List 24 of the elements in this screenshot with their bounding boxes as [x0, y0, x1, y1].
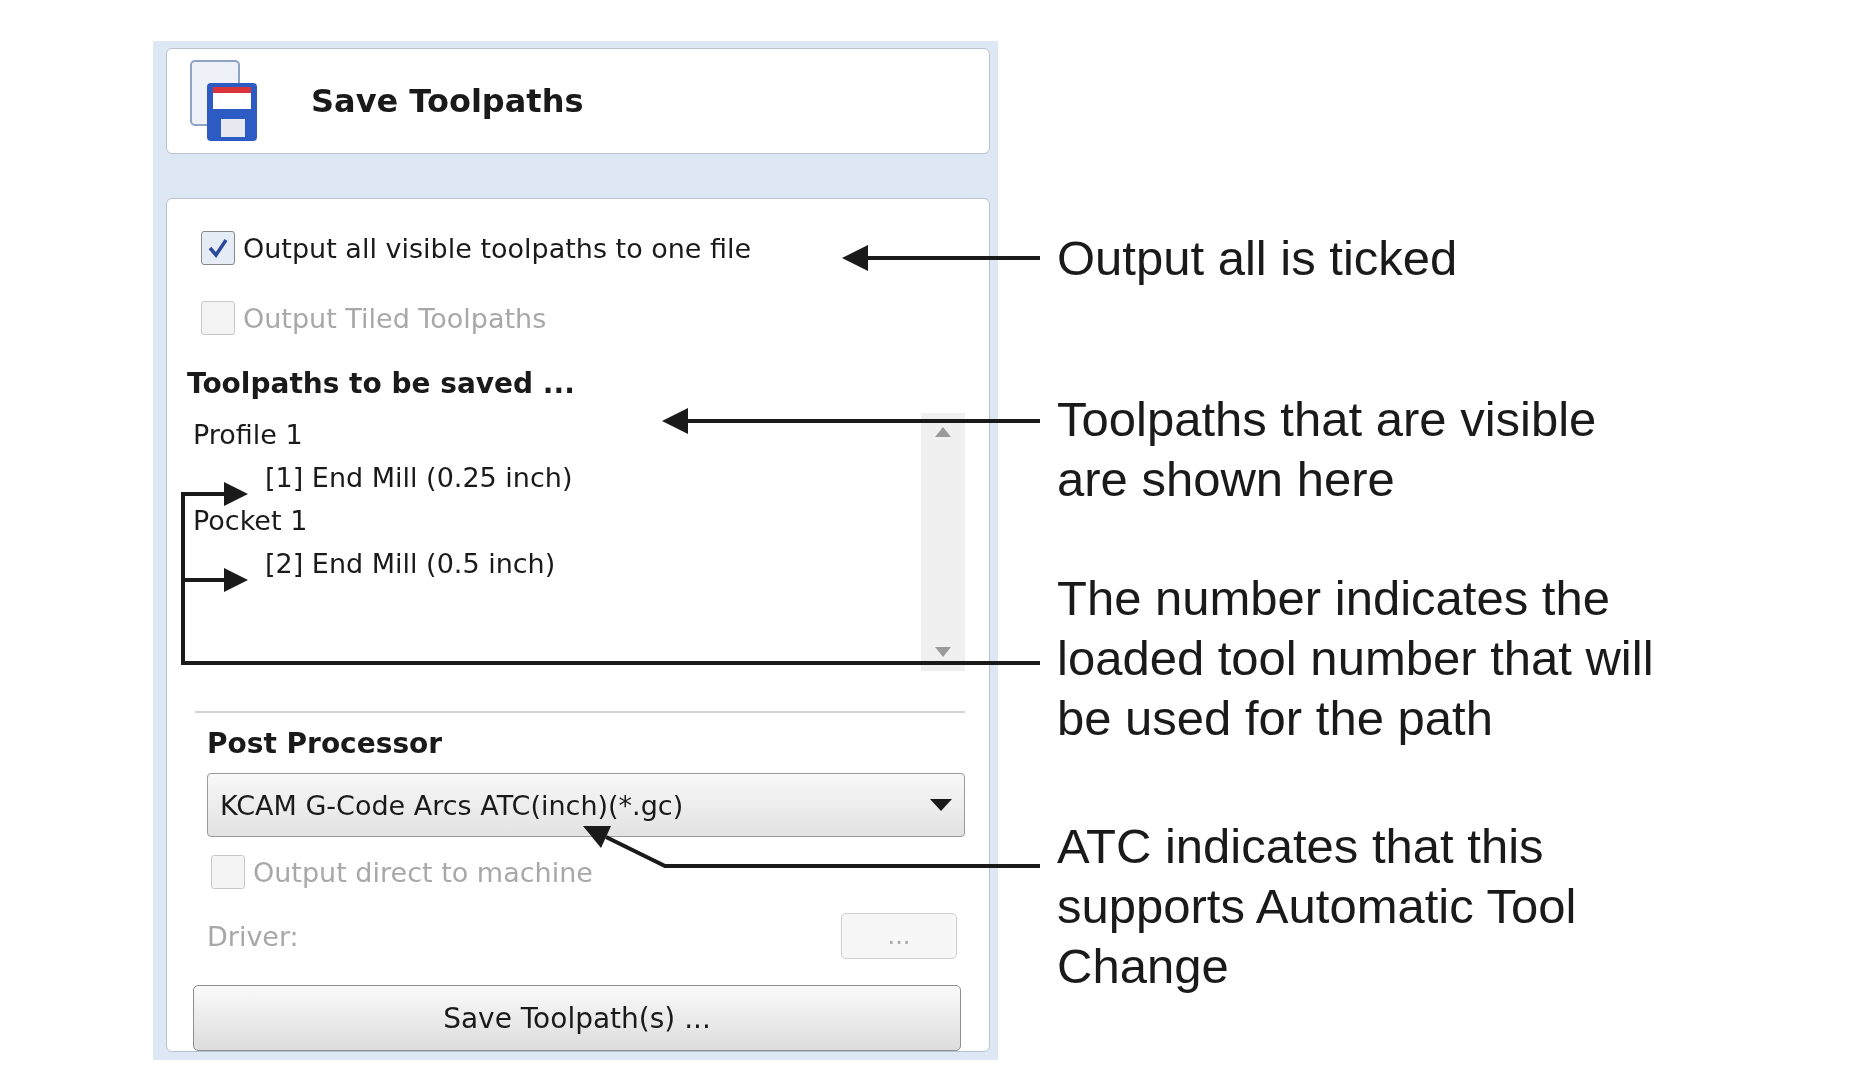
section-heading: Post Processor	[207, 725, 444, 762]
scroll-down-icon[interactable]	[935, 647, 951, 657]
caret-icon	[930, 799, 952, 811]
checkbox-label: Output Tiled Toolpaths	[243, 302, 547, 334]
annotation-text: The number indicates the loaded tool number that will be used for the path	[1057, 570, 1654, 747]
section-heading: Toolpaths to be saved ...	[187, 365, 576, 402]
checkbox-label: Output direct to machine	[253, 856, 593, 888]
checkbox[interactable]	[201, 231, 235, 265]
save-button[interactable]: Save Toolpath(s) ...	[193, 985, 961, 1051]
checkbox-label: Output all visible toolpaths to one file	[243, 232, 752, 264]
annotation-text: ATC indicates that this supports Automatic Tool Change	[1057, 818, 1577, 995]
toolpath-item[interactable]: Pocket 1	[193, 499, 921, 542]
tool-item[interactable]: [2] End Mill (0.5 inch)	[193, 542, 921, 585]
post-processor-dropdown[interactable]: KCAM G-Code Arcs ATC(inch)(*.gc)	[207, 773, 965, 837]
toolpath-item[interactable]: Profile 1	[193, 413, 921, 456]
panel-title: Save Toolpaths	[311, 82, 584, 120]
tool-item[interactable]: [1] End Mill (0.25 inch)	[193, 456, 921, 499]
check-icon	[207, 237, 229, 259]
annotation-text: Toolpaths that are visible are shown here	[1057, 391, 1597, 508]
driver-label: Driver:	[207, 920, 299, 952]
scrollbar[interactable]	[921, 413, 965, 671]
scroll-up-icon[interactable]	[935, 427, 951, 437]
annotation-text: Output all is ticked	[1057, 230, 1458, 287]
floppy-disk-icon	[189, 59, 259, 143]
